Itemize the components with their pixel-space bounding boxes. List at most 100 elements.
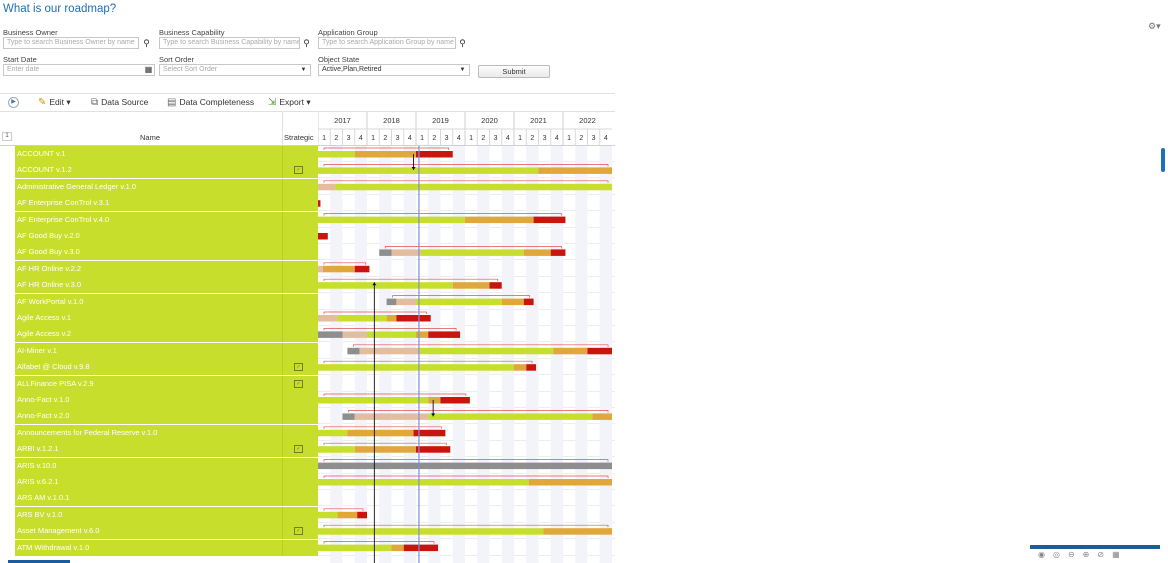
lifecycle-bar	[337, 315, 387, 322]
keyboard-icon[interactable]: ▦	[1112, 550, 1120, 559]
name-cell[interactable]: AF Good Buy v.3.0	[15, 244, 318, 261]
name-cell[interactable]: Alfabet @ Cloud v.9.8	[15, 359, 318, 376]
row-number-cell	[0, 506, 15, 523]
name-cell[interactable]: Asset Management v.6.0	[15, 523, 318, 540]
name-cell[interactable]: AI-Miner v.1	[15, 342, 318, 359]
row-number-header[interactable]: 1	[2, 132, 12, 141]
lifecycle-bar	[416, 331, 429, 338]
edit-button[interactable]: ✎ Edit ▾	[38, 97, 71, 108]
row-number-cell	[0, 310, 15, 326]
name-cell[interactable]: Announcements for Federal Reserve v.1.0	[15, 424, 318, 441]
name-cell[interactable]: ARBI v.1.2.1	[15, 441, 318, 458]
zoom-in-icon[interactable]: ⊕	[1083, 550, 1090, 559]
name-column-header[interactable]: Name	[140, 133, 160, 142]
business-capability-label: Business Capability	[159, 28, 225, 37]
lifecycle-bar	[418, 347, 554, 355]
search-icon[interactable]: ⚲	[456, 37, 469, 49]
quarter-shade	[477, 146, 490, 563]
name-cell[interactable]: AF HR Online v.2.2	[15, 260, 318, 277]
lifecycle-bar	[354, 413, 429, 420]
export-label: Export	[279, 97, 304, 107]
lifecycle-bar	[318, 364, 514, 371]
settings-menu-icon[interactable]: ⚙▾	[1148, 21, 1161, 32]
name-cell[interactable]: ARS BV v.1.0	[15, 506, 318, 523]
name-cell[interactable]: ATM Withdrawal v.1.0	[15, 539, 318, 556]
start-date-input[interactable]: Enter date	[3, 64, 155, 76]
row-number-cell	[0, 359, 15, 376]
application-name: AF Good Buy v.2.0	[17, 231, 80, 240]
lifecycle-bar	[337, 511, 358, 519]
name-cell[interactable]: ACCOUNT v.1	[15, 146, 318, 162]
export-icon: ⇲	[268, 97, 277, 108]
strategic-column-header[interactable]: Strategic	[284, 133, 314, 142]
name-cell[interactable]: Anno-Fact v.2.0	[15, 408, 318, 425]
name-cell[interactable]: ARIS v.6.2.1	[15, 474, 318, 490]
business-owner-input[interactable]: Type to search Business Owner by name	[3, 37, 139, 49]
application-group-input[interactable]: Type to search Application Group by name	[318, 37, 456, 49]
quarter-shade	[575, 146, 588, 563]
submit-button[interactable]: Submit	[478, 65, 550, 78]
object-state-select[interactable]: Active,Plan,Retired	[318, 64, 470, 76]
lifecycle-bar	[440, 397, 470, 404]
application-name: Announcements for Federal Reserve v.1.0	[17, 427, 158, 437]
lifecycle-bar	[318, 446, 355, 453]
lifecycle-bar	[523, 249, 551, 256]
zoom-out-icon[interactable]: ⊖	[1068, 550, 1075, 559]
quarter-shade	[550, 146, 563, 563]
lifecycle-bar	[318, 265, 323, 273]
name-cell[interactable]: AF Enterprise ConTrol v.3.1	[15, 195, 318, 212]
name-cell[interactable]: AF HR Online v.3.0	[15, 277, 318, 294]
name-cell[interactable]: AF Good Buy v.2.0	[15, 228, 318, 244]
name-cell[interactable]: ARIS v.10.0	[15, 457, 318, 474]
name-cell[interactable]: Agile Access v.1	[15, 310, 318, 326]
application-name: ALLFinance PISA v.2.9	[17, 378, 94, 388]
export-button[interactable]: ⇲ Export ▾	[268, 97, 311, 108]
application-name: ACCOUNT v.1	[17, 149, 66, 158]
lifecycle-bar	[386, 298, 397, 306]
name-cell[interactable]: AF Enterprise ConTrol v.4.0	[15, 211, 318, 228]
application-name: Anno-Fact v.2.0	[17, 411, 70, 421]
strategic-cell	[282, 277, 318, 294]
application-group-label: Application Group	[318, 28, 378, 37]
name-cell[interactable]: AF WorkPortal v.1.0	[15, 293, 318, 310]
lifecycle-bar	[347, 347, 360, 355]
name-cell[interactable]: Anno-Fact v.1.0	[15, 392, 318, 408]
strategic-cell	[282, 195, 318, 212]
name-cell[interactable]: Administrative General Ledger v.1.0	[15, 178, 318, 195]
calendar-icon[interactable]: ▦	[142, 64, 155, 76]
sort-order-select[interactable]: Select Sort Order	[159, 64, 311, 76]
search-icon[interactable]: ⚲	[300, 37, 313, 49]
business-owner-label: Business Owner	[3, 28, 58, 37]
quarter-label: 2	[481, 135, 485, 142]
reset-zoom-icon[interactable]: ⊘	[1097, 550, 1104, 559]
quarter-shade	[354, 146, 367, 563]
lifecycle-bar	[359, 347, 419, 355]
strategic-cell	[282, 392, 318, 408]
name-cell[interactable]: ALLFinance PISA v.2.9	[15, 375, 318, 392]
data-source-button[interactable]: ⧉ Data Source	[91, 97, 148, 108]
strategic-cell	[282, 506, 318, 523]
eye-icon[interactable]: ◉	[1038, 550, 1045, 559]
row-number-cell	[0, 178, 15, 195]
search-icon[interactable]: ⚲	[140, 37, 153, 49]
column-divider	[282, 112, 283, 146]
name-cell[interactable]: Agile Access v.2	[15, 326, 318, 343]
lifecycle-bar	[403, 544, 439, 552]
data-completeness-button[interactable]: ▤ Data Completeness	[167, 97, 254, 108]
data-source-icon: ⧉	[91, 97, 99, 108]
quarter-label: 2	[383, 135, 387, 142]
name-cell[interactable]: ARS AM v.1.0.1	[15, 490, 318, 507]
name-cell[interactable]: ACCOUNT v.1.2	[15, 162, 318, 179]
strategic-check-icon: ✓	[294, 363, 303, 372]
business-capability-input[interactable]: Type to search Business Capability by na…	[159, 37, 300, 49]
row-number-cell	[0, 342, 15, 359]
vertical-scrollbar[interactable]	[1161, 148, 1165, 172]
quarter-label: 4	[408, 135, 412, 142]
fit-icon[interactable]: ◎	[1053, 550, 1060, 559]
row-number-cell	[0, 293, 15, 310]
year-label: 2018	[383, 116, 400, 125]
chevron-down-icon: ▼	[300, 67, 307, 73]
expand-icon[interactable]: ▶	[8, 97, 19, 108]
quarter-label: 2	[579, 135, 583, 142]
lifecycle-bar	[514, 364, 527, 371]
